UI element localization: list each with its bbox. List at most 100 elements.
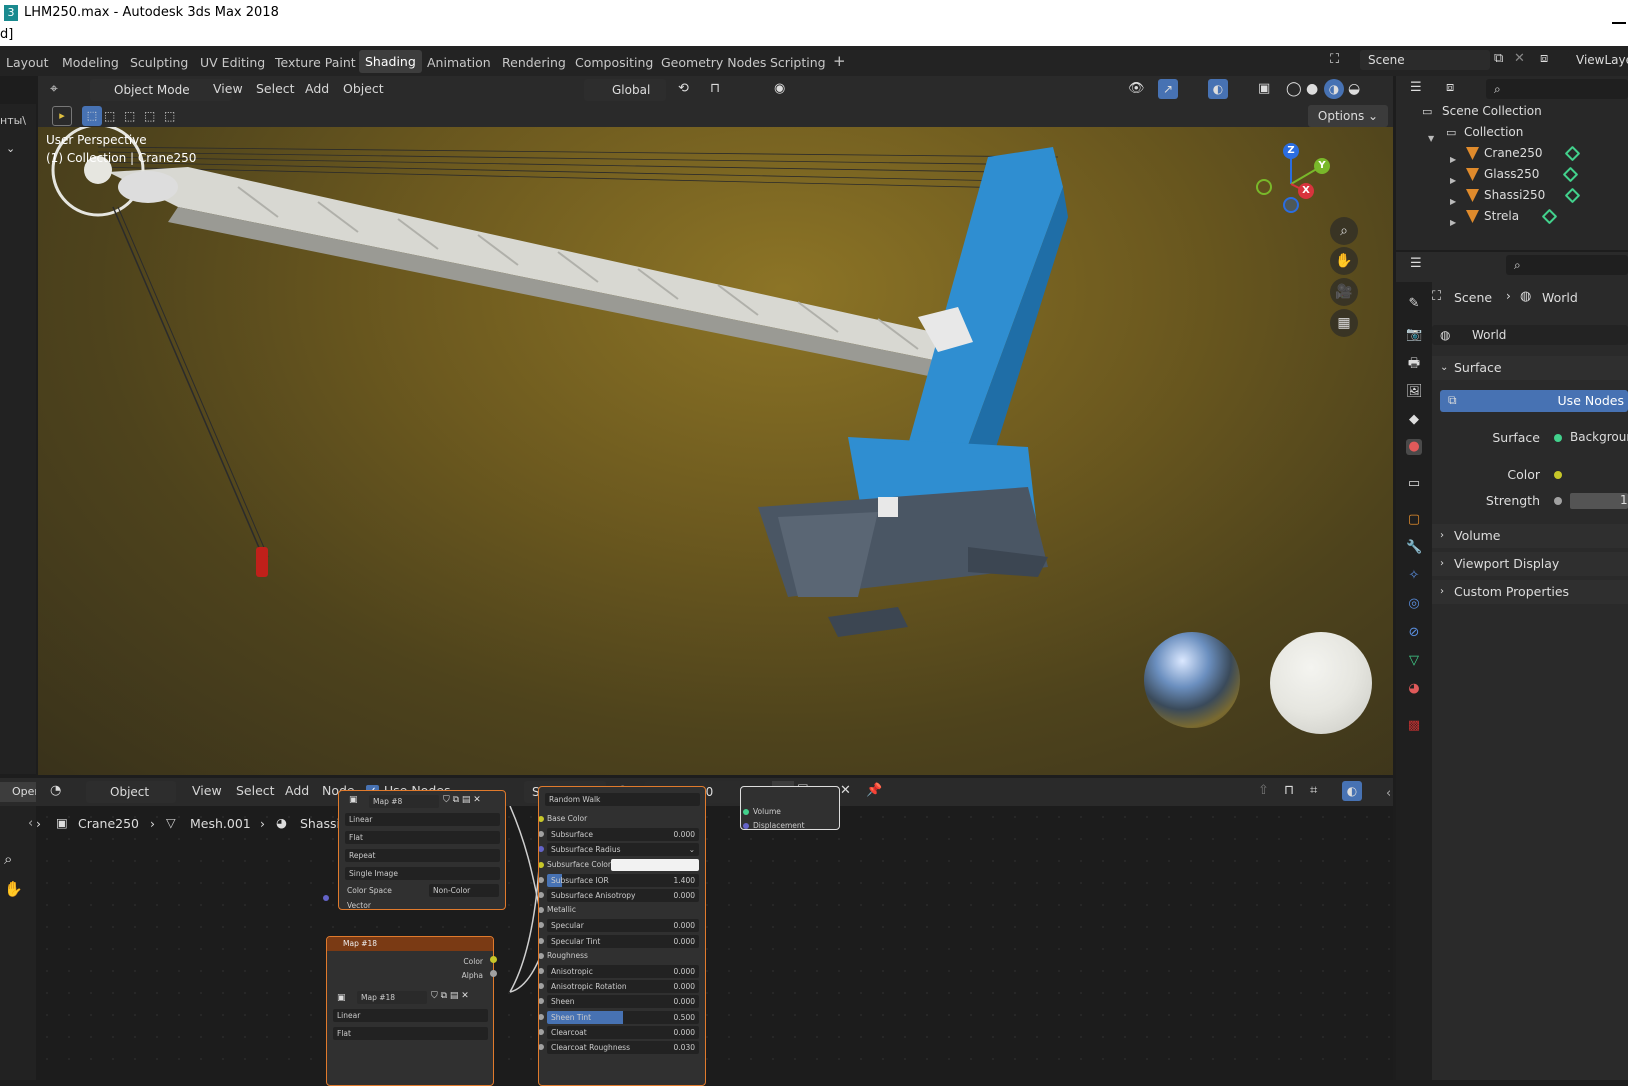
outliner-scene-collection[interactable]: ▭ Scene Collection xyxy=(1396,101,1628,122)
input-socket[interactable] xyxy=(539,846,544,853)
material-output-node[interactable]: Volume Displacement xyxy=(740,786,840,830)
collection-tab-icon[interactable]: ▭ xyxy=(1406,476,1422,492)
custom-properties-panel-header[interactable]: › Custom Properties xyxy=(1432,580,1628,604)
proportional-icon[interactable]: ◉ xyxy=(774,81,785,96)
navigation-gizmo[interactable]: Z Y X xyxy=(1248,139,1338,229)
3d-viewport[interactable]: User Perspective (1) Collection | Crane2… xyxy=(38,127,1393,775)
color-space-select[interactable]: Non-Color xyxy=(429,884,499,897)
input-socket[interactable] xyxy=(539,998,544,1005)
volume-panel-header[interactable]: › Volume xyxy=(1432,524,1628,548)
material-tab-icon[interactable]: ◕ xyxy=(1406,681,1422,697)
surface-panel-header[interactable]: ⌄ Surface xyxy=(1432,356,1628,380)
bsdf-input-field[interactable]: Clearcoat 0.000 xyxy=(547,1025,699,1039)
properties-editor-icon[interactable]: ☰ xyxy=(1410,256,1422,271)
output-tab-icon[interactable]: 🖶 xyxy=(1406,356,1422,372)
chevron-down-icon[interactable]: ⌄ xyxy=(6,142,15,155)
outliner-search-input[interactable]: ⌕ xyxy=(1486,79,1628,99)
solid-shading-icon[interactable]: ● xyxy=(1306,81,1318,97)
menu-view[interactable]: View xyxy=(192,783,222,798)
object-tab-icon[interactable]: ▢ xyxy=(1406,512,1422,528)
snap-element-icon[interactable]: ⌗ xyxy=(1310,783,1317,798)
bsdf-input-field[interactable]: Subsurface Anisotropy 0.000 xyxy=(547,889,699,902)
tab-geometry-nodes[interactable]: Geometry Nodes xyxy=(661,55,766,70)
mesh-data-icon[interactable] xyxy=(1564,145,1581,162)
world-tab-icon[interactable]: ● xyxy=(1406,439,1422,455)
projection-select[interactable]: Flat xyxy=(345,831,500,844)
tab-compositing[interactable]: Compositing xyxy=(575,55,653,70)
modifier-tab-icon[interactable]: 🔧 xyxy=(1406,540,1422,556)
scene-selector[interactable]: Scene xyxy=(1360,50,1490,70)
add-workspace-button[interactable]: + xyxy=(833,52,846,70)
outliner-editor-icon[interactable]: ☰ xyxy=(1410,80,1422,95)
outliner-object-row[interactable]: ▶ Glass250 xyxy=(1396,164,1628,185)
bsdf-input-field[interactable]: Specular Tint 0.000 xyxy=(547,934,699,948)
parent-node-tree-icon[interactable]: ⇧ xyxy=(1258,783,1269,798)
tab-sculpting[interactable]: Sculpting xyxy=(130,55,188,70)
input-socket[interactable] xyxy=(539,876,544,883)
sidebar-toggle-icon[interactable]: ‹ xyxy=(1386,786,1391,801)
input-socket[interactable] xyxy=(539,937,544,944)
select-box-invert-icon[interactable]: ⬚ xyxy=(144,109,155,123)
snap-icon[interactable]: ⊓ xyxy=(1284,783,1294,798)
tab-texture-paint[interactable]: Texture Paint xyxy=(275,55,356,70)
input-socket[interactable] xyxy=(539,1013,544,1020)
unlink-material-icon[interactable]: ✕ xyxy=(840,783,851,798)
expand-icon[interactable]: ▶ xyxy=(1450,212,1456,233)
delete-scene-icon[interactable]: ✕ xyxy=(1514,51,1525,66)
zoom-icon[interactable]: ⌕ xyxy=(1330,217,1358,245)
pan-hand-icon[interactable]: ✋ xyxy=(4,880,23,898)
render-tab-icon[interactable]: 📷 xyxy=(1406,327,1422,343)
texture-tab-icon[interactable]: ▩ xyxy=(1406,718,1422,734)
display-mode-icon[interactable]: ⧈ xyxy=(1446,80,1454,95)
new-scene-icon[interactable]: ⧉ xyxy=(1494,51,1503,66)
outliner-object-row[interactable]: ▶ Strela xyxy=(1396,206,1628,227)
strength-field[interactable]: 1 xyxy=(1548,490,1628,512)
bsdf-input-field[interactable]: Subsurface 0.000 xyxy=(547,828,699,842)
world-selector[interactable]: ◍ World xyxy=(1432,325,1628,345)
input-socket[interactable] xyxy=(539,922,544,929)
gizmo-z-axis[interactable]: Z xyxy=(1283,143,1299,159)
minimize-button[interactable] xyxy=(1612,22,1626,24)
data-tab-icon[interactable]: ▽ xyxy=(1406,653,1422,669)
overlay-toggle-icon[interactable]: ◐ xyxy=(1208,79,1228,99)
pin-icon[interactable]: 📌 xyxy=(866,783,882,798)
zoom-icon[interactable]: ⌕ xyxy=(4,850,12,868)
vector-socket[interactable] xyxy=(323,895,329,901)
tab-rendering[interactable]: Rendering xyxy=(502,55,566,70)
color-output-socket[interactable] xyxy=(490,956,497,963)
input-socket[interactable] xyxy=(539,1044,544,1050)
subsurface-color-swatch[interactable] xyxy=(611,858,699,871)
mesh-data-icon[interactable] xyxy=(1562,166,1579,183)
snap-icon[interactable]: ⊓ xyxy=(710,81,720,96)
alpha-output-socket[interactable] xyxy=(490,970,497,977)
gizmo-toggle-icon[interactable]: ↗ xyxy=(1158,79,1178,99)
menu-object[interactable]: Object xyxy=(343,81,384,96)
pan-hand-icon[interactable]: ✋ xyxy=(1330,247,1358,275)
tab-modeling[interactable]: Modeling xyxy=(62,55,119,70)
viewport-display-panel-header[interactable]: › Viewport Display xyxy=(1432,552,1628,576)
source-select[interactable]: Single Image xyxy=(345,867,500,880)
image-texture-node-map8[interactable]: ▣ Map #8 ⛉ ⧉ ▤ ✕ Linear Flat Repeat Sing… xyxy=(338,790,506,910)
input-socket[interactable] xyxy=(539,907,544,914)
visibility-icon[interactable]: 👁 xyxy=(1128,81,1145,96)
options-button[interactable]: Options ⌄ xyxy=(1308,105,1388,127)
menu-select[interactable]: Select xyxy=(236,783,275,798)
select-box-extend-icon[interactable]: ⬚ xyxy=(104,109,115,123)
select-box-new-icon[interactable]: ⬚ xyxy=(82,106,102,126)
gizmo-y-axis[interactable]: Y xyxy=(1314,158,1330,174)
bsdf-input-field[interactable]: Specular 0.000 xyxy=(547,919,699,933)
camera-icon[interactable]: 🎥 xyxy=(1330,278,1358,306)
material-shading-icon[interactable]: ◑ xyxy=(1324,79,1344,99)
mesh-data-icon[interactable] xyxy=(1541,208,1558,225)
interpolation-select[interactable]: Linear xyxy=(333,1009,488,1022)
bsdf-input-field[interactable]: Sheen 0.000 xyxy=(547,995,699,1009)
image-toolbar-icons[interactable]: ⛉ ⧉ ▤ ✕ xyxy=(431,991,469,1001)
wireframe-shading-icon[interactable]: ◯ xyxy=(1286,81,1302,97)
projection-select[interactable]: Flat xyxy=(333,1027,488,1040)
mesh-data-icon[interactable] xyxy=(1564,187,1581,204)
editor-type-icon[interactable]: ◔ xyxy=(50,783,61,798)
outliner-object-row[interactable]: ▶ Crane250 xyxy=(1396,143,1628,164)
input-socket[interactable] xyxy=(539,831,544,838)
tab-layout[interactable]: Layout xyxy=(6,55,49,70)
interpolation-select[interactable]: Linear xyxy=(345,813,500,826)
